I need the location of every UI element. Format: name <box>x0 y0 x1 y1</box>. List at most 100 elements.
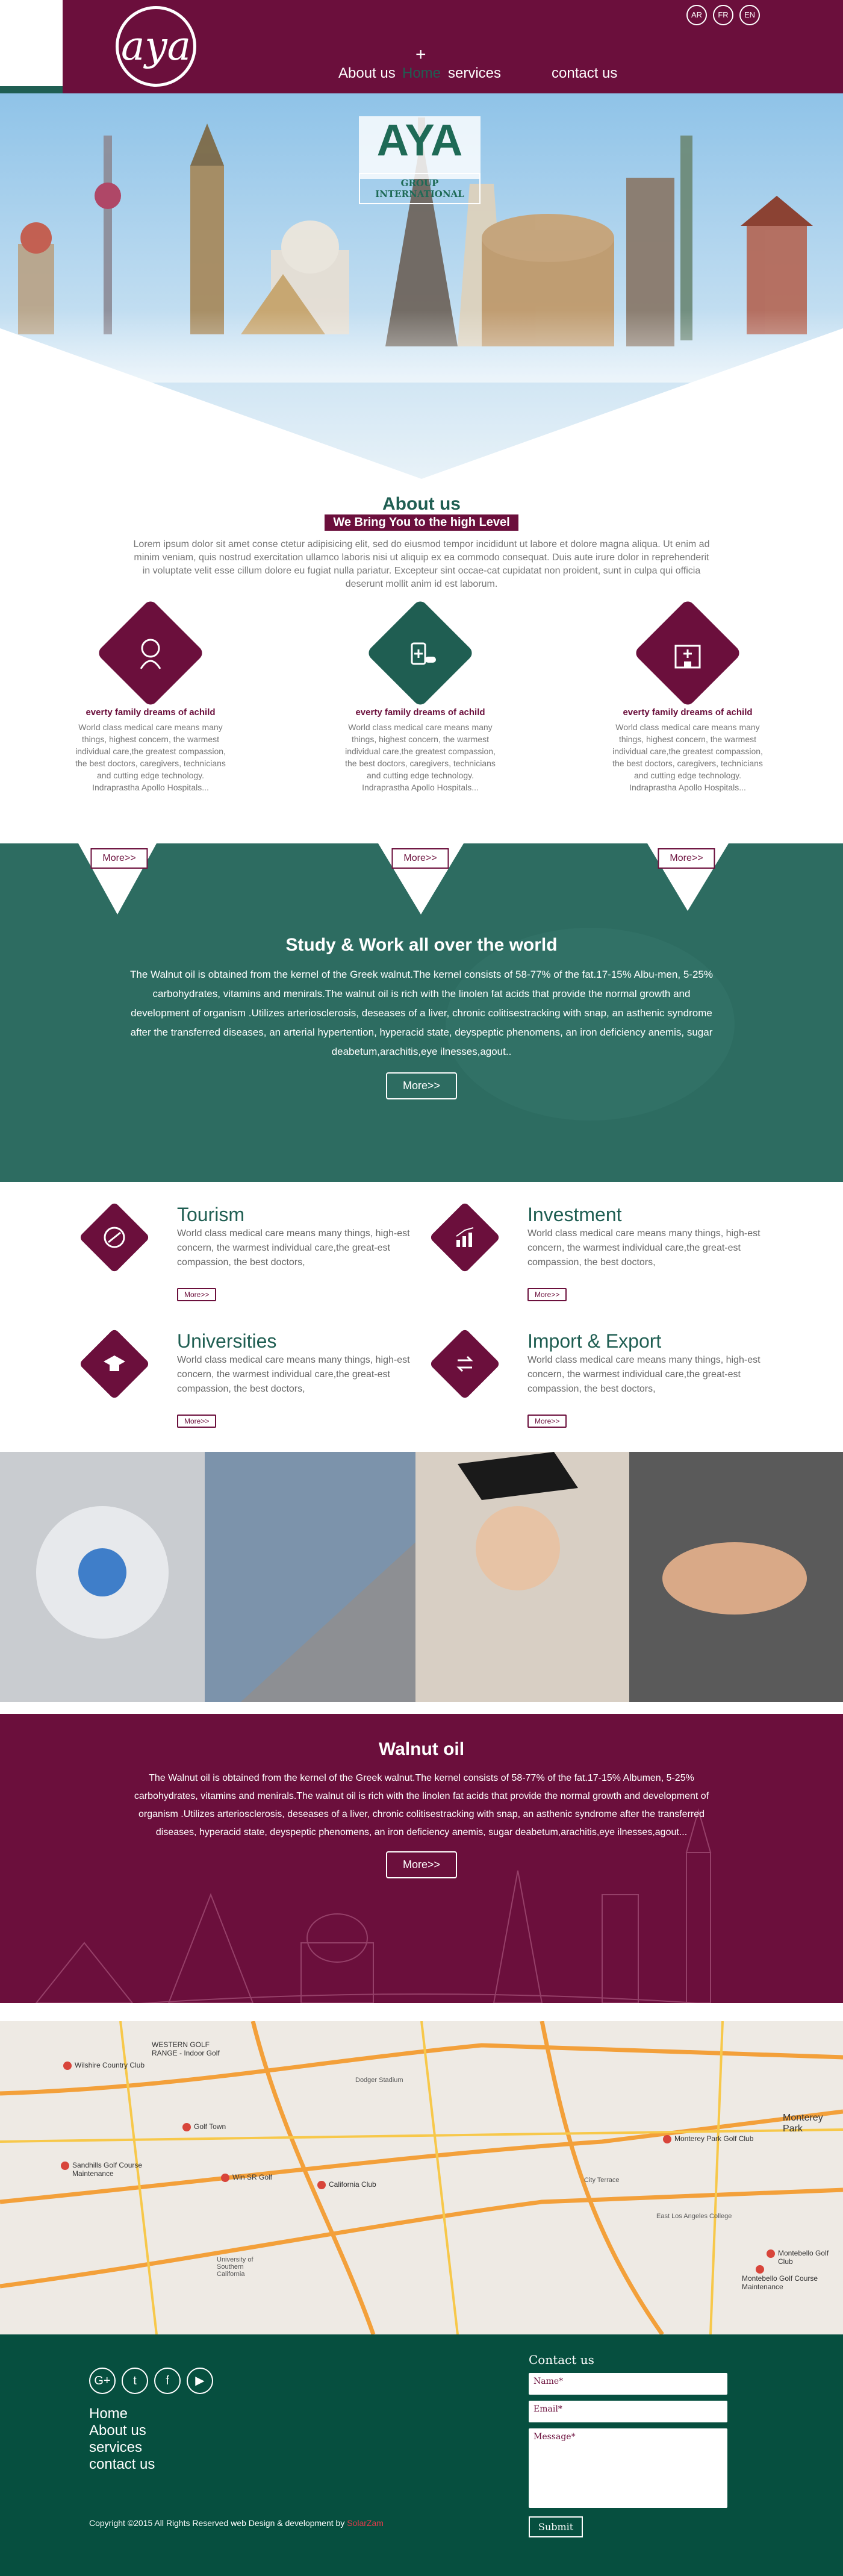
map-label-sandhills: Sandhills Golf Course Maintenance <box>72 2161 143 2178</box>
walnut-section: Walnut oil The Walnut oil is obtained fr… <box>0 1714 843 2021</box>
hero-brand-subtitle: GROUP INTERNATIONAL <box>359 173 481 204</box>
youtube-icon[interactable]: ▶ <box>187 2368 213 2394</box>
service-badge-tourism <box>78 1201 151 1274</box>
map-label-golf-town: Golf Town <box>194 2122 226 2131</box>
feature-text-1: World class medical care means many thin… <box>75 722 226 792</box>
study-more-button[interactable]: More>> <box>385 1072 458 1099</box>
map-label-elac: East Los Angeles College <box>656 2213 732 2220</box>
site-footer: G+ t f ▶ Home About us services contact … <box>0 2334 843 2576</box>
map-label-city-terrace: City Terrace <box>584 2177 620 2184</box>
feature-title-1: everty family dreams of achild <box>86 707 216 717</box>
name-field[interactable]: Name* <box>529 2373 727 2395</box>
feature-badge-2 <box>366 598 475 708</box>
footer-link-about[interactable]: About us <box>89 2422 155 2439</box>
nav-about[interactable]: About us <box>338 65 396 82</box>
submit-button[interactable]: Submit <box>529 2516 583 2537</box>
feature-badge-1 <box>96 598 205 708</box>
feature-title-3: everty family dreams of achild <box>623 707 753 717</box>
study-text: The Walnut oil is obtained from the kern… <box>130 969 713 1057</box>
service-investment: Investment World class medical care mean… <box>429 1201 761 1302</box>
service-text-tourism: World class medical care means many thin… <box>177 1228 410 1268</box>
feature-card-2: everty family dreams of achild World cla… <box>342 598 499 793</box>
nav-contact[interactable]: contact us <box>552 65 617 82</box>
map-label-usc: University of Southern California <box>217 2256 254 2278</box>
lang-en[interactable]: EN <box>739 5 760 25</box>
service-tourism: Tourism World class medical care means m… <box>78 1201 410 1302</box>
message-field[interactable]: Message* <box>529 2428 727 2508</box>
map-label-dodger: Dodger Stadium <box>355 2077 403 2084</box>
feature-more-button-2[interactable]: More>> <box>391 848 449 869</box>
walnut-more-button[interactable]: More>> <box>385 1851 458 1878</box>
graduation-cap-icon <box>89 1339 140 1389</box>
service-text-universities: World class medical care means many thin… <box>177 1355 410 1394</box>
about-title: About us <box>382 494 461 514</box>
map-label-california-club: California Club <box>329 2180 376 2189</box>
photo-collage <box>0 1452 843 1702</box>
medicine-icon <box>382 614 459 692</box>
feature-title-2: everty family dreams of achild <box>355 707 485 717</box>
investment-icon <box>440 1212 490 1263</box>
feature-text-2: World class medical care means many thin… <box>345 722 496 792</box>
map-label-wilshire: Wilshire Country Club <box>75 2061 145 2069</box>
email-field[interactable]: Email* <box>529 2401 727 2422</box>
service-badge-universities <box>78 1328 151 1400</box>
service-more-tourism[interactable]: More>> <box>177 1288 217 1301</box>
walnut-title: Walnut oil <box>378 1739 465 1759</box>
feature-more-button-3[interactable]: More>> <box>658 848 715 869</box>
service-badge-investment <box>429 1201 501 1274</box>
walnut-text: The Walnut oil is obtained from the kern… <box>134 1773 709 1837</box>
logo-text: aya <box>121 23 191 69</box>
hero-banner: AYA GROUP INTERNATIONAL <box>0 93 843 479</box>
service-badge-import-export <box>429 1328 501 1400</box>
hospital-icon <box>649 614 726 692</box>
service-title-import-export: Import & Export <box>527 1330 662 1352</box>
map-label-win-sr: Win SR Golf <box>232 2173 273 2181</box>
feature-badge-3 <box>633 598 742 708</box>
footer-links: Home About us services contact us <box>89 2406 155 2473</box>
plus-icon: + <box>415 45 426 64</box>
footer-link-services[interactable]: services <box>89 2439 155 2456</box>
service-more-investment[interactable]: More>> <box>527 1288 567 1301</box>
service-text-import-export: World class medical care means many thin… <box>527 1355 761 1394</box>
service-import-export: Import & Export World class medical care… <box>429 1328 761 1429</box>
footer-link-contact[interactable]: contact us <box>89 2456 155 2473</box>
study-title: Study & Work all over the world <box>285 935 558 955</box>
twitter-icon[interactable]: t <box>122 2368 148 2394</box>
about-text: Lorem ipsum dolor sit amet conse ctetur … <box>133 539 710 589</box>
map-label-montebello-maint: Montebello Golf Course Maintenance <box>742 2274 818 2291</box>
footer-link-home[interactable]: Home <box>89 2406 155 2422</box>
service-more-import-export[interactable]: More>> <box>527 1415 567 1428</box>
contact-title: Contact us <box>529 2352 594 2367</box>
service-text-investment: World class medical care means many thin… <box>527 1228 761 1268</box>
baby-icon <box>112 614 189 692</box>
map-label-montebello-golf: Montebello Golf Club <box>778 2249 829 2266</box>
hero-brand-title: AYA <box>376 115 463 165</box>
copyright-text: Copyright ©2015 All Rights Reserved web … <box>89 2518 347 2528</box>
hero-brand: AYA GROUP INTERNATIONAL <box>359 115 481 204</box>
location-map[interactable]: WESTERN GOLF RANGE - Indoor Golf Wilshir… <box>0 2021 843 2334</box>
service-title-universities: Universities <box>177 1330 277 1352</box>
copyright-brand-link[interactable]: SolarZam <box>347 2518 384 2528</box>
feature-more-button-1[interactable]: More>> <box>90 848 148 869</box>
nav-home[interactable]: Home <box>0 0 441 93</box>
nav-home-label: Home <box>402 65 441 81</box>
collage-images <box>0 1452 843 1702</box>
nav-services[interactable]: services <box>448 65 501 82</box>
map-label-western-golf: WESTERN GOLF RANGE - Indoor Golf <box>152 2040 220 2057</box>
services-section: Tourism World class medical care means m… <box>0 1182 843 1452</box>
site-header: aya Home About us services contact us + … <box>0 0 843 93</box>
map-label-monterey-golf: Monterey Park Golf Club <box>674 2134 754 2143</box>
feature-card-1: everty family dreams of achild World cla… <box>72 598 229 793</box>
service-title-tourism: Tourism <box>177 1204 245 1225</box>
about-tagline: We Bring You to the high Level <box>325 514 518 531</box>
facebook-icon[interactable]: f <box>154 2368 181 2394</box>
tourism-icon <box>89 1212 140 1263</box>
feature-text-3: World class medical care means many thin… <box>612 722 763 792</box>
exchange-icon <box>440 1339 490 1389</box>
google-plus-icon[interactable]: G+ <box>89 2368 116 2394</box>
service-more-universities[interactable]: More>> <box>177 1415 217 1428</box>
map-label-monterey-park: Monterey Park <box>783 2113 823 2134</box>
lang-fr[interactable]: FR <box>713 5 733 25</box>
study-section: More>> More>> More>> Study & Work all ov… <box>0 843 843 1182</box>
lang-ar[interactable]: AR <box>686 5 707 25</box>
